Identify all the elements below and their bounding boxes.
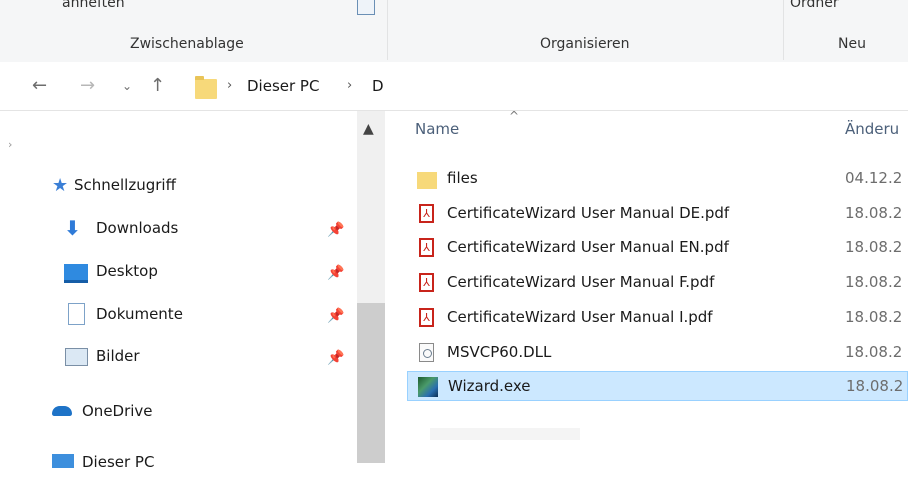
folder-icon xyxy=(195,76,217,99)
breadcrumb-chevron-icon[interactable]: › xyxy=(347,78,352,93)
file-row-selected[interactable]: Wizard.exe 18.08.2 xyxy=(407,371,908,401)
dll-file-icon xyxy=(417,343,437,363)
chevron-down-icon[interactable]: ⌄ xyxy=(122,74,132,98)
nav-label: Dieser PC xyxy=(82,453,155,471)
nav-label: Bilder xyxy=(96,347,140,365)
faded-row-placeholder xyxy=(430,428,580,440)
file-row[interactable]: MSVCP60.DLL 18.08.2 xyxy=(407,338,908,368)
file-date: 18.08.2 xyxy=(845,273,903,291)
up-arrow-icon[interactable]: ↑ xyxy=(150,74,165,98)
file-name: CertificateWizard User Manual F.pdf xyxy=(447,273,715,291)
file-row[interactable]: ⅄ CertificateWizard User Manual DE.pdf 1… xyxy=(407,199,908,229)
desktop-icon xyxy=(64,264,88,283)
breadcrumb-chevron-icon[interactable]: › xyxy=(227,78,232,93)
file-name: files xyxy=(447,169,478,187)
nav-scrollbar[interactable]: ▲ xyxy=(357,111,385,463)
pin-icon[interactable]: 📌 xyxy=(327,308,344,324)
wizard-exe-icon xyxy=(418,377,438,397)
onedrive-cloud-icon xyxy=(52,406,72,416)
scroll-up-arrow-icon[interactable]: ▲ xyxy=(363,121,374,137)
pdf-icon: ⅄ xyxy=(417,238,437,258)
file-date: 18.08.2 xyxy=(845,343,903,361)
pdf-icon: ⅄ xyxy=(417,204,437,224)
pin-icon[interactable]: 📌 xyxy=(327,222,344,238)
ribbon-pin-label[interactable]: anheften xyxy=(62,0,125,11)
file-date: 04.12.2 xyxy=(845,169,903,187)
file-name: MSVCP60.DLL xyxy=(447,343,552,361)
folder-icon xyxy=(417,169,437,189)
ribbon-separator xyxy=(783,0,784,60)
file-date: 18.08.2 xyxy=(846,377,904,395)
file-name: CertificateWizard User Manual I.pdf xyxy=(447,308,713,326)
file-row[interactable]: ⅄ CertificateWizard User Manual EN.pdf 1… xyxy=(407,233,908,263)
sort-ascending-icon: ^ xyxy=(509,109,520,123)
pdf-icon: ⅄ xyxy=(417,273,437,293)
breadcrumb-this-pc[interactable]: Dieser PC xyxy=(247,77,319,95)
file-row[interactable]: ⅄ CertificateWizard User Manual I.pdf 18… xyxy=(407,303,908,333)
file-date: 18.08.2 xyxy=(845,308,903,326)
pdf-icon: ⅄ xyxy=(417,308,437,328)
back-arrow-icon[interactable]: ← xyxy=(32,74,47,98)
file-name: CertificateWizard User Manual DE.pdf xyxy=(447,204,730,222)
ribbon-new-folder-label[interactable]: Ordner xyxy=(790,0,839,11)
pin-icon[interactable]: 📌 xyxy=(327,265,344,281)
scrollbar-thumb[interactable] xyxy=(357,303,385,463)
nav-label: Downloads xyxy=(96,219,179,237)
nav-label: Desktop xyxy=(96,262,158,280)
column-header-name[interactable]: Name xyxy=(415,120,459,138)
expand-chevron-icon[interactable]: › xyxy=(8,138,12,151)
star-icon: ★ xyxy=(52,175,69,196)
nav-label: Dokumente xyxy=(96,305,183,323)
pin-to-quick-access-icon[interactable] xyxy=(357,0,375,15)
file-name: CertificateWizard User Manual EN.pdf xyxy=(447,238,729,256)
ribbon: anheften Ordner Zwischenablage Organisie… xyxy=(0,0,908,63)
file-date: 18.08.2 xyxy=(845,204,903,222)
pictures-icon xyxy=(65,348,88,366)
file-row[interactable]: ⅄ CertificateWizard User Manual F.pdf 18… xyxy=(407,268,908,298)
ribbon-group-new: Neu xyxy=(838,36,866,52)
breadcrumb-drive-d[interactable]: D xyxy=(372,77,384,95)
documents-icon xyxy=(68,303,85,325)
ribbon-separator xyxy=(387,0,388,60)
pin-icon[interactable]: 📌 xyxy=(327,350,344,366)
file-row[interactable]: files 04.12.2 xyxy=(407,164,908,194)
file-date: 18.08.2 xyxy=(845,238,903,256)
computer-icon xyxy=(52,454,74,468)
forward-arrow-icon[interactable]: → xyxy=(80,74,95,98)
file-name: Wizard.exe xyxy=(448,377,531,395)
downloads-icon: ⬇ xyxy=(64,216,81,240)
ribbon-group-clipboard: Zwischenablage xyxy=(130,36,244,52)
ribbon-group-organize: Organisieren xyxy=(540,36,630,52)
nav-label: Schnellzugriff xyxy=(74,176,176,194)
column-header-date[interactable]: Änderu xyxy=(845,120,899,138)
nav-label: OneDrive xyxy=(82,402,153,420)
